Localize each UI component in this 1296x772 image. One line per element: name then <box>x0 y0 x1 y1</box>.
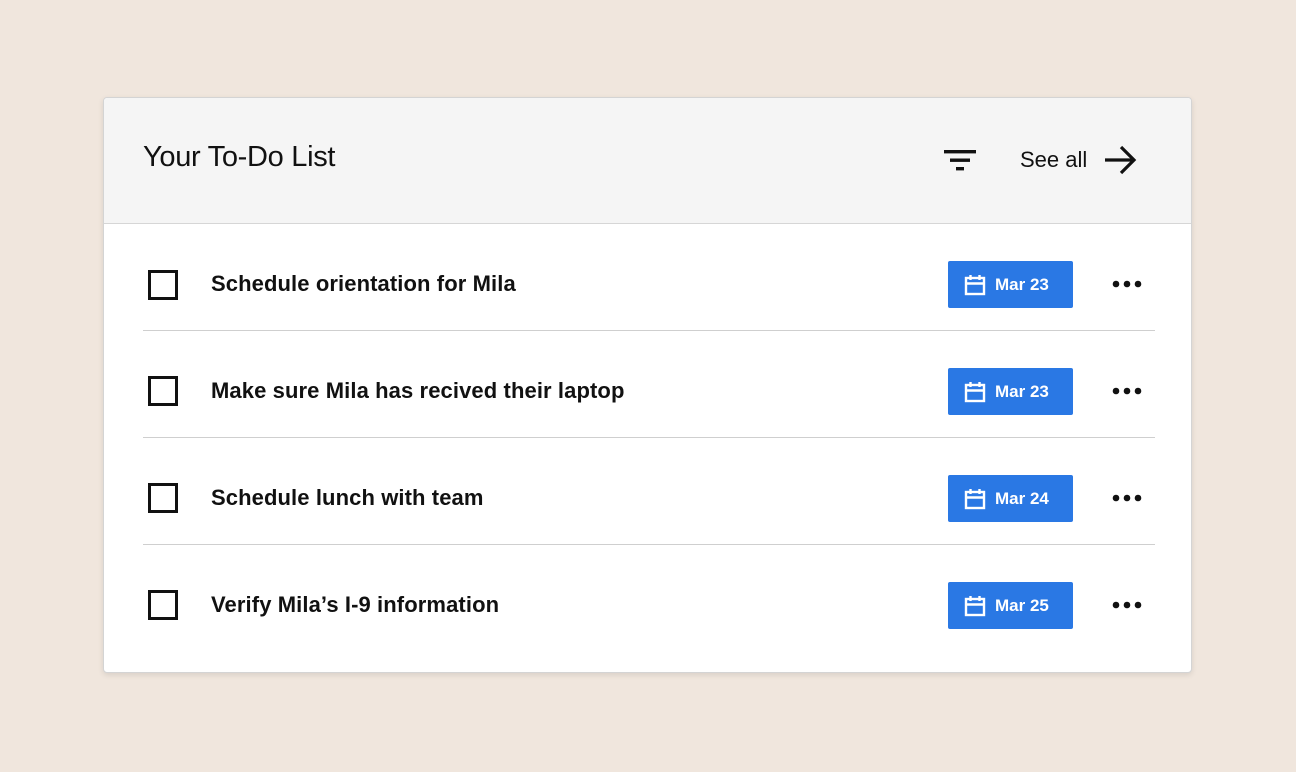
filter-button[interactable] <box>938 142 982 178</box>
page-title: Your To-Do List <box>143 141 336 173</box>
task-label: Verify Mila’s I-9 information <box>211 592 500 617</box>
task-label: Schedule lunch with team <box>211 485 484 510</box>
see-all-link[interactable]: See all <box>1020 140 1139 180</box>
due-date-badge[interactable]: Mar 24 <box>948 475 1073 522</box>
task-checkbox[interactable] <box>148 590 178 620</box>
card-header: Your To-Do List See all <box>104 98 1191 224</box>
more-options-button[interactable] <box>1107 589 1147 621</box>
todo-card: Your To-Do List See all Schedule orienta… <box>103 97 1192 673</box>
due-date-badge[interactable]: Mar 25 <box>948 582 1073 629</box>
task-row: Schedule lunch with team Mar 24 <box>143 438 1155 545</box>
due-date-text: Mar 24 <box>995 488 1049 508</box>
due-date-badge[interactable]: Mar 23 <box>948 368 1073 415</box>
more-horizontal-icon <box>1112 494 1142 502</box>
arrow-right-icon <box>1105 145 1137 175</box>
task-checkbox[interactable] <box>148 376 178 406</box>
task-label: Schedule orientation for Mila <box>211 271 516 296</box>
due-date-text: Mar 23 <box>995 274 1049 294</box>
task-row: Schedule orientation for Mila Mar 23 <box>143 224 1155 331</box>
filter-icon <box>944 150 976 171</box>
calendar-icon <box>964 595 986 616</box>
calendar-icon <box>964 381 986 402</box>
due-date-text: Mar 23 <box>995 381 1049 401</box>
due-date-text: Mar 25 <box>995 595 1049 615</box>
task-row: Make sure Mila has recived their laptop … <box>143 331 1155 438</box>
see-all-label: See all <box>1020 147 1088 172</box>
due-date-badge[interactable]: Mar 23 <box>948 261 1073 308</box>
calendar-icon <box>964 488 986 509</box>
calendar-icon <box>964 274 986 295</box>
task-row: Verify Mila’s I-9 information Mar 25 <box>143 545 1155 652</box>
more-horizontal-icon <box>1112 280 1142 288</box>
task-checkbox[interactable] <box>148 483 178 513</box>
more-options-button[interactable] <box>1107 268 1147 300</box>
task-list: Schedule orientation for Mila Mar 23 Mak… <box>143 224 1155 652</box>
more-options-button[interactable] <box>1107 482 1147 514</box>
more-horizontal-icon <box>1112 601 1142 609</box>
more-options-button[interactable] <box>1107 375 1147 407</box>
task-checkbox[interactable] <box>148 270 178 300</box>
more-horizontal-icon <box>1112 387 1142 395</box>
task-label: Make sure Mila has recived their laptop <box>211 378 625 403</box>
